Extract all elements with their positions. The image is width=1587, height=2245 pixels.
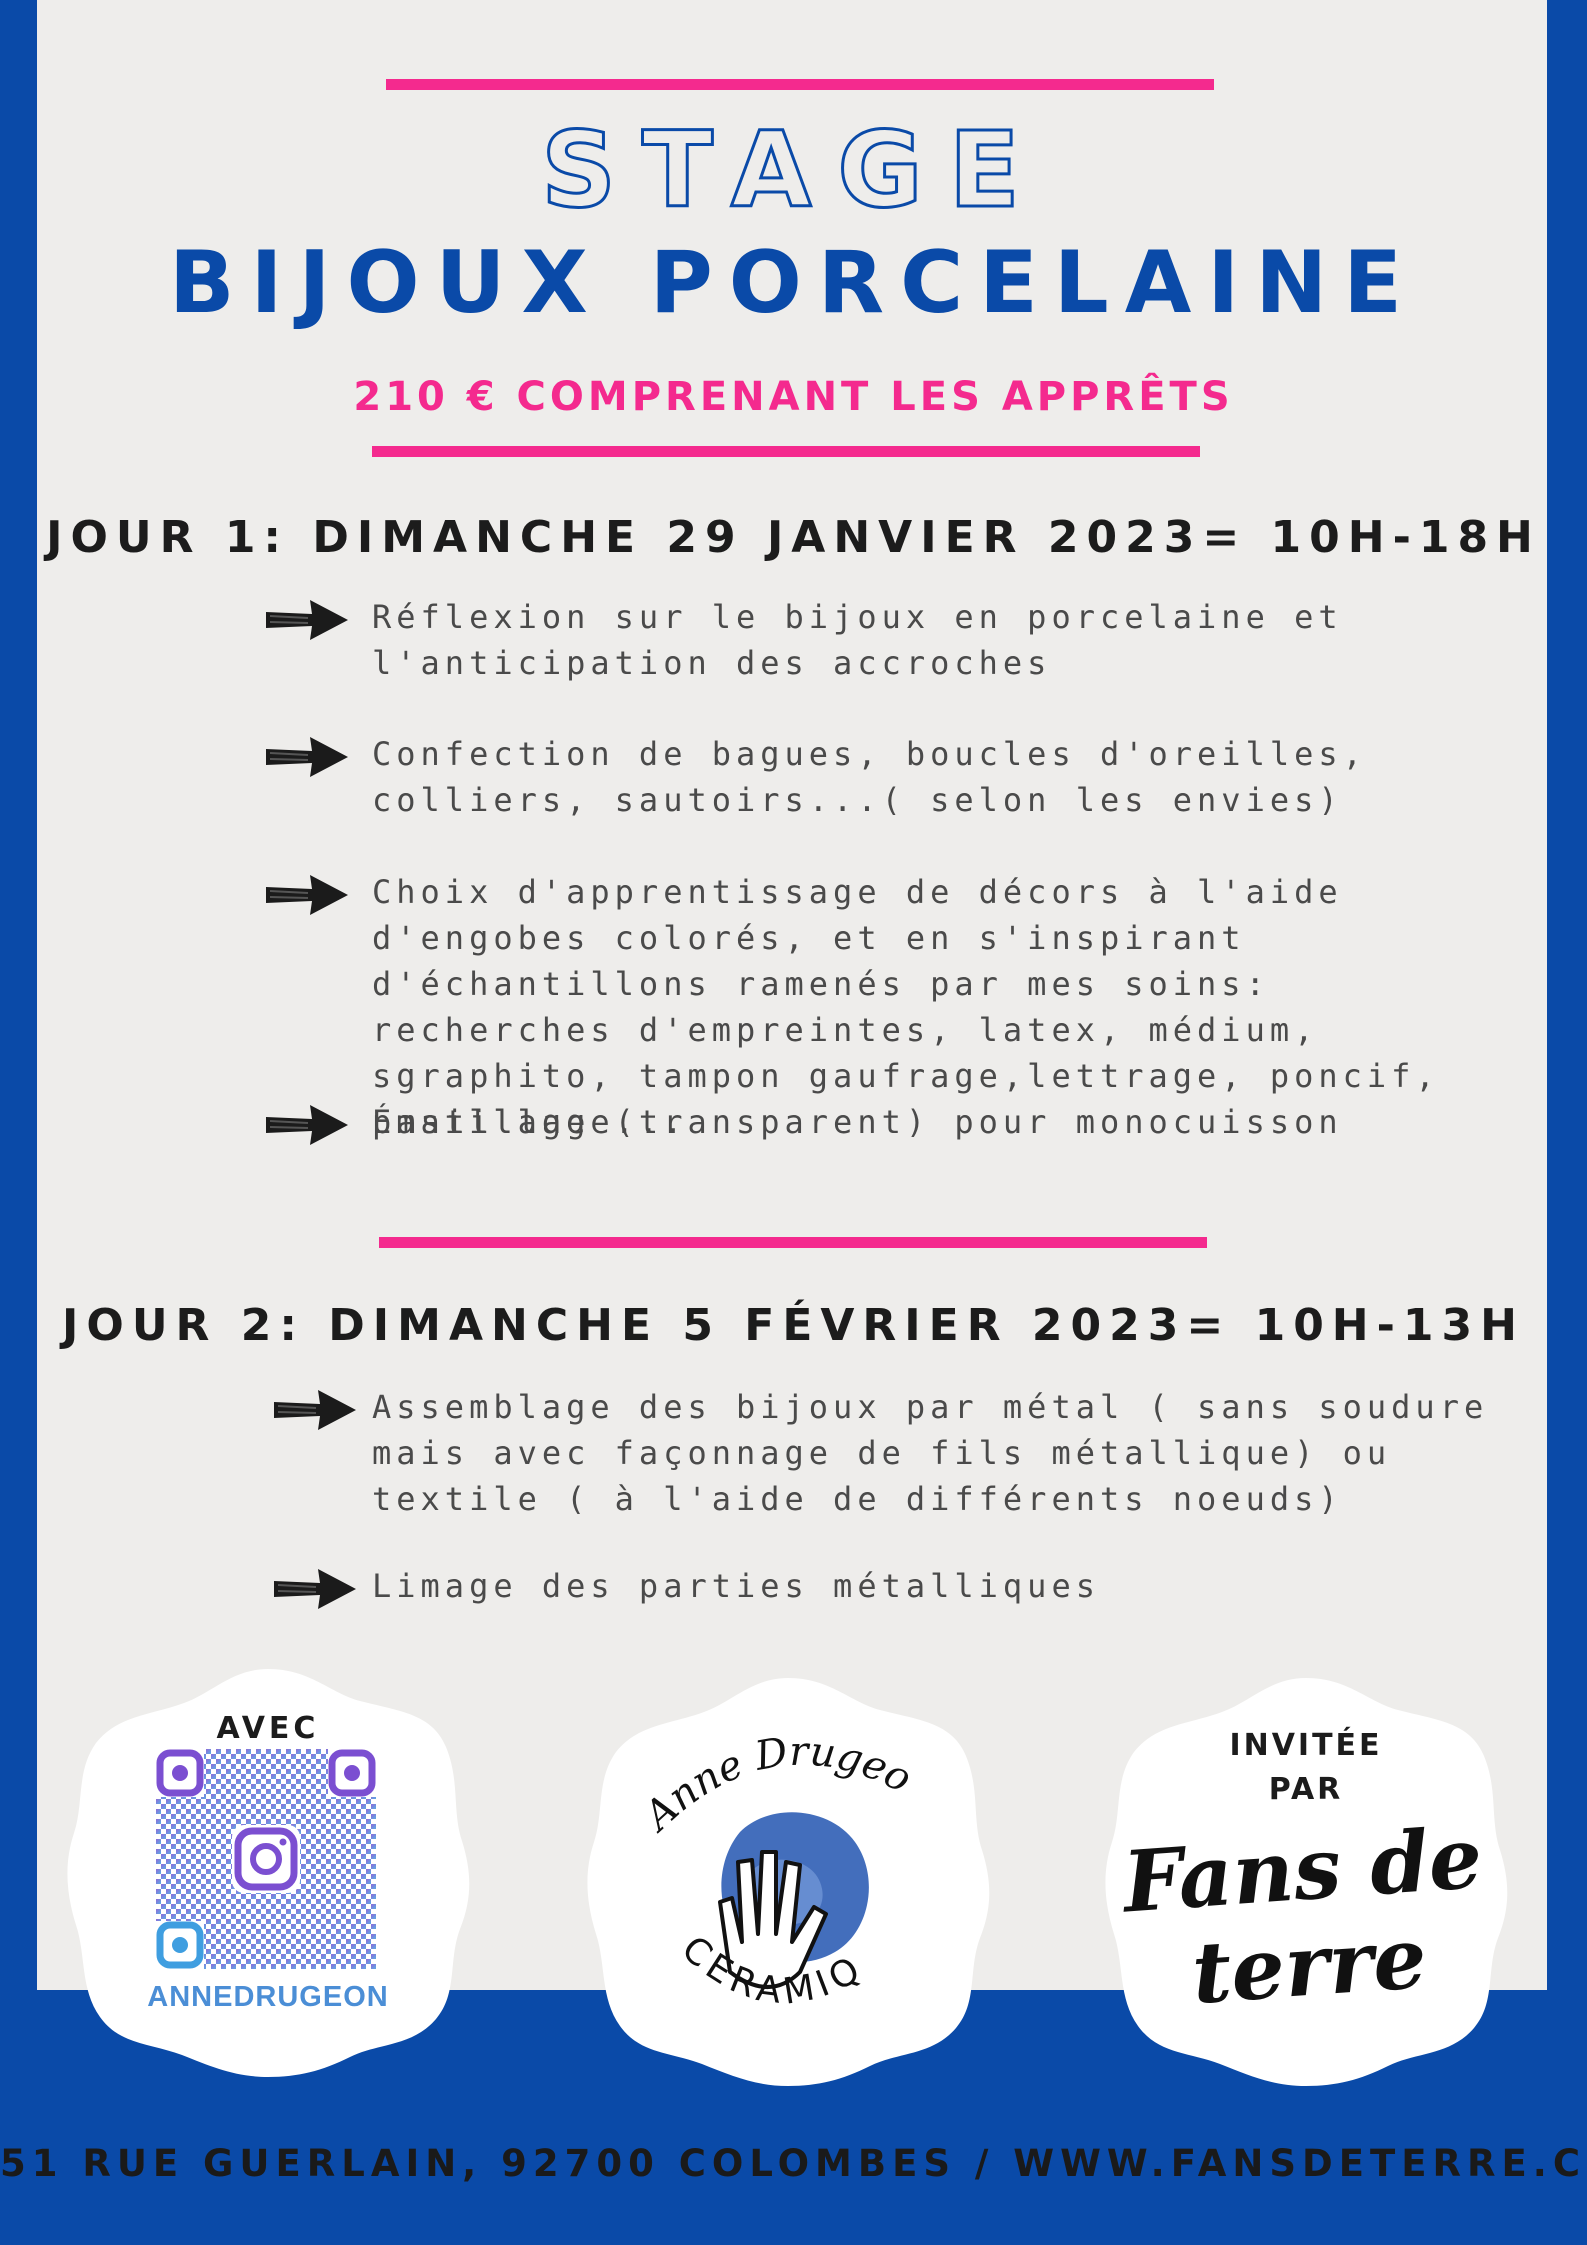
instagram-qr-code-icon[interactable] xyxy=(156,1749,376,1969)
day1-heading: JOUR 1: DIMANCHE 29 JANVIER 2023= 10H-18… xyxy=(46,512,1541,563)
hand-drawn-arrow-icon xyxy=(274,1390,356,1430)
day1-item: Confection de bagues, boucles d'oreilles… xyxy=(262,731,1502,823)
title-stage: STAGE xyxy=(540,109,1046,231)
day1-item-text: Émaillage (transparent) pour monocuisson xyxy=(372,1103,1343,1141)
fans-de-terre-badge: INVITÉE PAR Fans de terre xyxy=(1098,1672,1514,2090)
anne-drugeon-logo: Anne Drugeon CERAMIQUE xyxy=(620,1702,919,2013)
logo-badge: Anne Drugeon CERAMIQUE xyxy=(580,1672,996,2090)
day1-item: Choix d'apprentissage de décors à l'aide… xyxy=(262,869,1502,1141)
hand-drawn-arrow-icon xyxy=(266,737,348,777)
invite-text: INVITÉE PAR xyxy=(1098,1724,1514,1812)
day2-item-text: Limage des parties métalliques xyxy=(372,1567,1100,1605)
instagram-handle[interactable]: ANNEDRUGEON xyxy=(60,1981,476,2014)
day2-item: Assemblage des bijoux par métal ( sans s… xyxy=(270,1384,1510,1522)
hand-drawn-arrow-icon xyxy=(266,1105,348,1145)
day1-item: Émaillage (transparent) pour monocuisson xyxy=(262,1099,1502,1145)
avec-label: AVEC xyxy=(216,1711,320,1746)
title-bijoux-porcelaine: BIJOUX PORCELAINE xyxy=(168,233,1419,333)
day1-item-text: Réflexion sur le bijoux en porcelaine et… xyxy=(372,598,1343,682)
hand-drawn-arrow-icon xyxy=(266,875,348,915)
invite-line2: PAR xyxy=(1268,1772,1344,1807)
mid-divider xyxy=(379,1237,1207,1248)
footer-address: 51 RUE GUERLAIN, 92700 COLOMBES / WWW.FA… xyxy=(0,2142,1587,2185)
day2-item-text: Assemblage des bijoux par métal ( sans s… xyxy=(372,1388,1489,1518)
day2-heading: JOUR 2: DIMANCHE 5 FÉVRIER 2023= 10H-13H xyxy=(62,1300,1525,1351)
fans-de-terre-logo[interactable]: Fans de terre xyxy=(1092,1808,1520,2029)
price-text: 210 € COMPRENANT LES APPRÊTS xyxy=(353,374,1234,420)
day2-item: Limage des parties métalliques xyxy=(270,1563,1510,1609)
price-divider xyxy=(372,446,1200,457)
day1-item-text: Confection de bagues, boucles d'oreilles… xyxy=(372,735,1367,819)
instagram-badge: AVEC ANNEDRUGEON xyxy=(60,1663,476,2081)
hand-drawn-arrow-icon xyxy=(274,1569,356,1609)
invite-line1: INVITÉE xyxy=(1229,1728,1383,1763)
hand-drawn-arrow-icon xyxy=(266,600,348,640)
day1-item: Réflexion sur le bijoux en porcelaine et… xyxy=(262,594,1502,686)
top-divider xyxy=(386,79,1214,90)
